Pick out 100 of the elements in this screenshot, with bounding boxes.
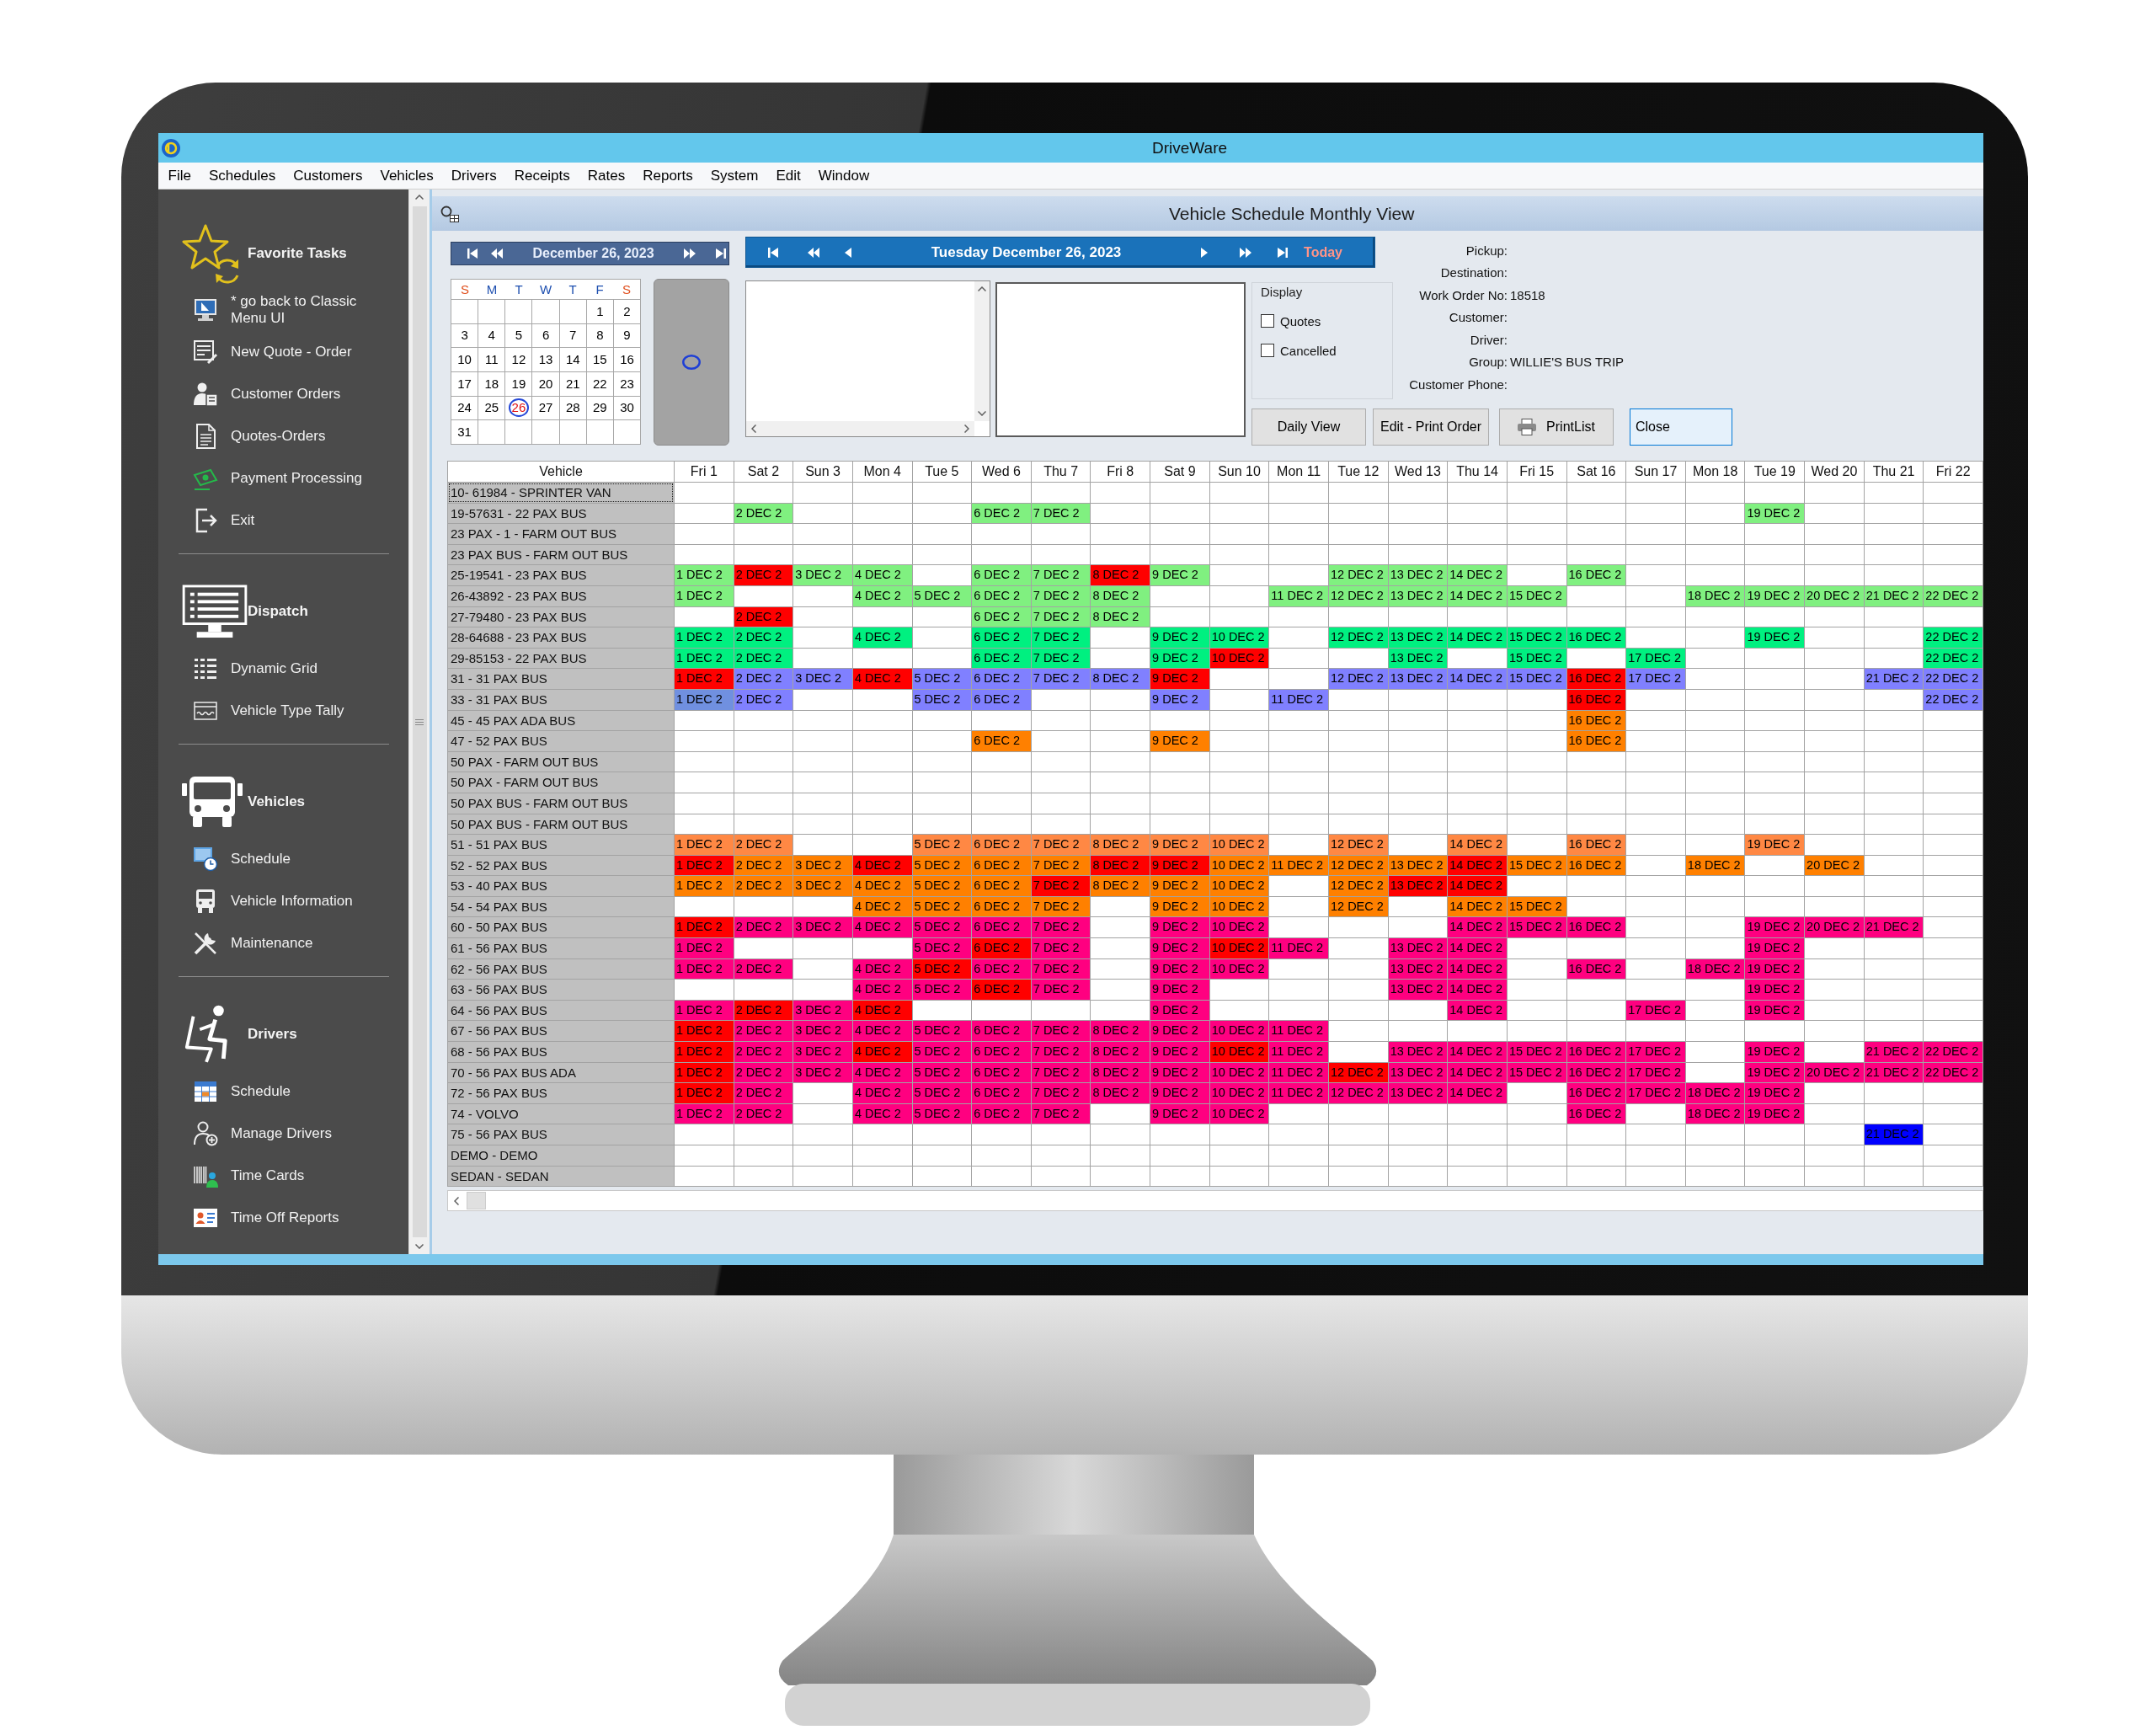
booking-cell[interactable]: 2 DEC 2 (734, 627, 793, 648)
sidebar-item[interactable]: Exit (179, 499, 389, 542)
menu-item[interactable]: Schedules (200, 166, 285, 185)
sidebar-item[interactable]: Schedule (179, 838, 389, 880)
booking-cell[interactable]: 9 DEC 2 (1150, 917, 1209, 938)
booking-cell[interactable]: 14 DEC 2 (1448, 669, 1507, 689)
menu-item[interactable]: System (702, 166, 767, 185)
sidebar-item[interactable]: Dynamic Grid (179, 648, 389, 690)
booking-cell[interactable]: 14 DEC 2 (1448, 938, 1507, 958)
booking-cell[interactable]: 9 DEC 2 (1150, 835, 1209, 855)
booking-cell[interactable]: 12 DEC 2 (1329, 565, 1388, 585)
booking-cell[interactable]: 15 DEC 2 (1507, 627, 1566, 648)
caret-right-icon[interactable] (1201, 247, 1209, 258)
booking-cell[interactable]: 11 DEC 2 (1269, 689, 1328, 710)
booking-cell[interactable]: 22 DEC 2 (1924, 627, 1983, 648)
vehicle-cell[interactable]: 50 PAX BUS - FARM OUT BUS (448, 793, 674, 814)
booking-cell[interactable]: 10 DEC 2 (1209, 917, 1269, 938)
calendar-day[interactable]: 22 (586, 372, 613, 396)
booking-cell[interactable]: 15 DEC 2 (1507, 896, 1566, 917)
booking-cell[interactable]: 7 DEC 2 (1031, 876, 1091, 896)
booking-cell[interactable]: 14 DEC 2 (1448, 627, 1507, 648)
menu-item[interactable]: Receipts (505, 166, 579, 185)
vehicle-cell[interactable]: 10- 61984 - SPRINTER VAN (448, 483, 674, 503)
booking-cell[interactable]: 9 DEC 2 (1150, 855, 1209, 876)
booking-cell[interactable]: 4 DEC 2 (852, 1083, 912, 1103)
booking-cell[interactable]: 9 DEC 2 (1150, 1083, 1209, 1103)
booking-cell[interactable]: 14 DEC 2 (1448, 1062, 1507, 1083)
scrollbar[interactable] (974, 281, 990, 421)
booking-cell[interactable]: 4 DEC 2 (852, 669, 912, 689)
booking-cell[interactable]: 18 DEC 2 (1685, 1083, 1745, 1103)
booking-cell[interactable]: 2 DEC 2 (734, 606, 793, 627)
booking-cell[interactable]: 5 DEC 2 (912, 1021, 972, 1042)
calendar-day[interactable]: 8 (586, 323, 613, 348)
calendar-day[interactable]: 21 (559, 372, 586, 396)
booking-cell[interactable]: 18 DEC 2 (1685, 1103, 1745, 1124)
booking-cell[interactable]: 7 DEC 2 (1031, 1042, 1091, 1062)
booking-cell[interactable]: 2 DEC 2 (734, 669, 793, 689)
scrollbar[interactable] (447, 1190, 1983, 1212)
booking-cell[interactable]: 13 DEC 2 (1388, 1062, 1448, 1083)
booking-cell[interactable]: 1 DEC 2 (675, 627, 734, 648)
calendar-day[interactable]: 26 (505, 396, 532, 420)
booking-cell[interactable]: 19 DEC 2 (1745, 917, 1805, 938)
sidebar-item[interactable]: Vehicle Type Tally (179, 690, 389, 732)
booking-cell[interactable]: 21 DEC 2 (1864, 669, 1924, 689)
booking-cell[interactable]: 1 DEC 2 (675, 917, 734, 938)
booking-cell[interactable]: 6 DEC 2 (972, 938, 1031, 958)
booking-cell[interactable]: 5 DEC 2 (912, 958, 972, 980)
calendar-day[interactable]: 14 (559, 348, 586, 371)
booking-cell[interactable]: 7 DEC 2 (1031, 585, 1091, 606)
booking-cell[interactable]: 9 DEC 2 (1150, 896, 1209, 917)
vehicle-cell[interactable]: 61 - 56 PAX BUS (448, 938, 674, 958)
calendar-day[interactable]: 29 (586, 396, 613, 420)
booking-cell[interactable]: 6 DEC 2 (972, 689, 1031, 710)
booking-cell[interactable]: 20 DEC 2 (1805, 585, 1864, 606)
booking-cell[interactable]: 12 DEC 2 (1329, 1062, 1388, 1083)
booking-cell[interactable]: 9 DEC 2 (1150, 648, 1209, 669)
booking-cell[interactable]: 10 DEC 2 (1209, 835, 1269, 855)
booking-cell[interactable]: 8 DEC 2 (1091, 1083, 1150, 1103)
action-button[interactable]: Daily View (1251, 408, 1366, 446)
booking-cell[interactable]: 14 DEC 2 (1448, 980, 1507, 1000)
booking-cell[interactable]: 11 DEC 2 (1269, 1083, 1328, 1103)
booking-cell[interactable]: 19 DEC 2 (1745, 1062, 1805, 1083)
booking-cell[interactable]: 2 DEC 2 (734, 503, 793, 524)
booking-cell[interactable]: 19 DEC 2 (1745, 980, 1805, 1000)
booking-cell[interactable]: 3 DEC 2 (793, 1021, 852, 1042)
booking-cell[interactable]: 13 DEC 2 (1388, 1083, 1448, 1103)
action-button[interactable]: Edit - Print Order (1373, 408, 1489, 446)
skip-end-icon[interactable] (716, 248, 726, 259)
skip-start-icon[interactable] (467, 248, 478, 259)
booking-cell[interactable]: 5 DEC 2 (912, 938, 972, 958)
booking-cell[interactable]: 1 DEC 2 (675, 958, 734, 980)
booking-cell[interactable]: 20 DEC 2 (1805, 917, 1864, 938)
calendar-day[interactable]: 11 (478, 348, 505, 371)
scrollbar-thumb[interactable] (412, 206, 427, 1237)
booking-cell[interactable]: 4 DEC 2 (852, 855, 912, 876)
booking-cell[interactable]: 16 DEC 2 (1566, 1042, 1626, 1062)
booking-cell[interactable]: 16 DEC 2 (1566, 627, 1626, 648)
booking-cell[interactable]: 2 DEC 2 (734, 1000, 793, 1021)
booking-cell[interactable]: 6 DEC 2 (972, 855, 1031, 876)
booking-cell[interactable]: 4 DEC 2 (852, 1062, 912, 1083)
booking-cell[interactable]: 17 DEC 2 (1626, 648, 1685, 669)
booking-cell[interactable]: 11 DEC 2 (1269, 1042, 1328, 1062)
booking-cell[interactable]: 19 DEC 2 (1745, 1103, 1805, 1124)
menu-item[interactable]: Window (809, 166, 878, 185)
booking-cell[interactable]: 13 DEC 2 (1388, 627, 1448, 648)
booking-cell[interactable]: 19 DEC 2 (1745, 1000, 1805, 1021)
booking-cell[interactable]: 3 DEC 2 (793, 876, 852, 896)
booking-cell[interactable]: 9 DEC 2 (1150, 669, 1209, 689)
scrollbar[interactable] (408, 190, 430, 1254)
booking-cell[interactable]: 3 DEC 2 (793, 855, 852, 876)
booking-cell[interactable]: 14 DEC 2 (1448, 1083, 1507, 1103)
booking-cell[interactable]: 7 DEC 2 (1031, 1021, 1091, 1042)
calendar-day[interactable]: 9 (613, 323, 641, 348)
menu-item[interactable]: Customers (284, 166, 371, 185)
booking-cell[interactable]: 14 DEC 2 (1448, 585, 1507, 606)
booking-cell[interactable]: 15 DEC 2 (1507, 1042, 1566, 1062)
booking-cell[interactable]: 9 DEC 2 (1150, 938, 1209, 958)
booking-cell[interactable]: 10 DEC 2 (1209, 1083, 1269, 1103)
booking-cell[interactable]: 13 DEC 2 (1388, 669, 1448, 689)
booking-cell[interactable]: 8 DEC 2 (1091, 606, 1150, 627)
